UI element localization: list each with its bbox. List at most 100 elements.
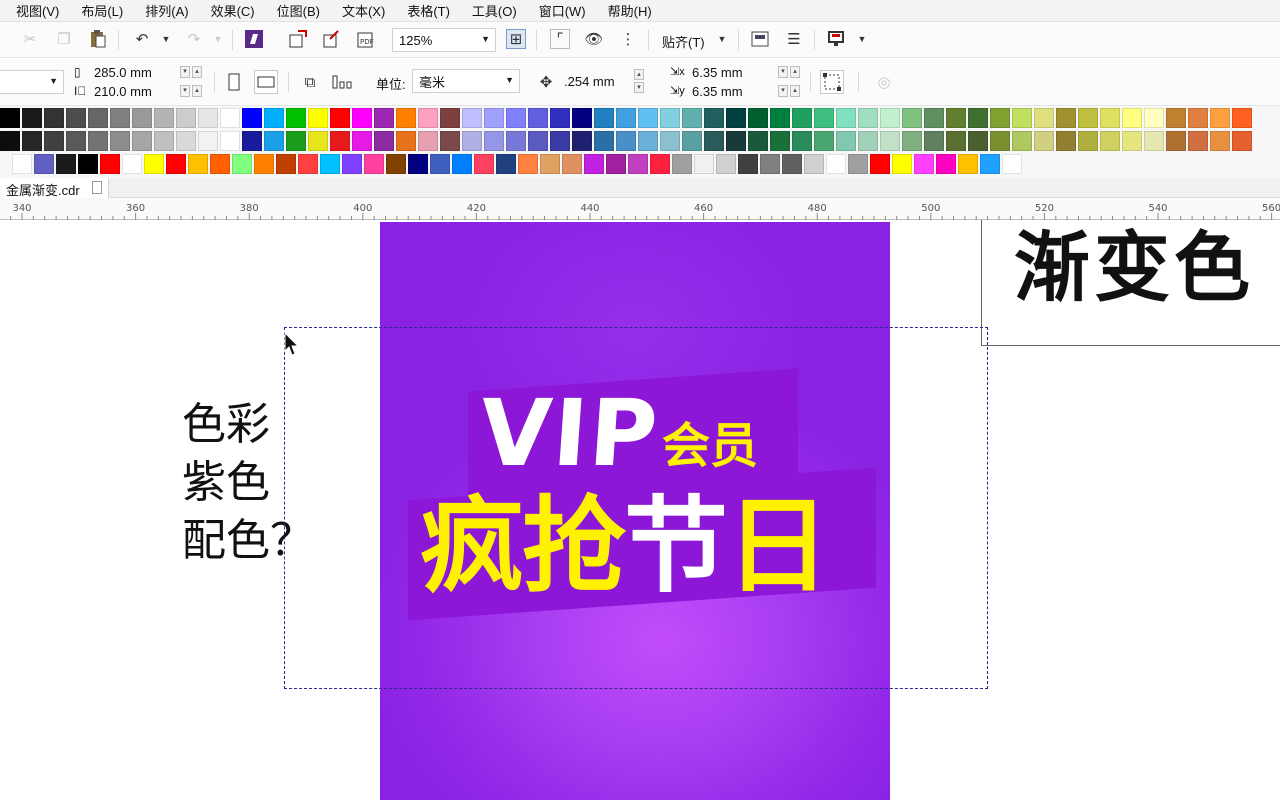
color-swatch[interactable] xyxy=(484,108,504,128)
color-swatch[interactable] xyxy=(462,108,482,128)
color-swatch[interactable] xyxy=(672,154,692,174)
color-swatch[interactable] xyxy=(154,131,174,151)
color-swatch[interactable] xyxy=(78,154,98,174)
page-width-field[interactable]: 285.0 mm xyxy=(94,65,152,80)
color-swatch[interactable] xyxy=(726,108,746,128)
color-swatch[interactable] xyxy=(1122,131,1142,151)
zoom-level-combo[interactable]: 125% ▼ xyxy=(392,28,496,52)
show-rulers-icon[interactable]: ⌜ xyxy=(550,29,570,49)
color-swatch[interactable] xyxy=(1056,131,1076,151)
color-swatch[interactable] xyxy=(330,108,350,128)
color-swatch[interactable] xyxy=(528,131,548,151)
undo-icon[interactable]: ↶ xyxy=(132,29,152,49)
color-swatch[interactable] xyxy=(506,108,526,128)
color-swatch[interactable] xyxy=(198,108,218,128)
color-swatch[interactable] xyxy=(1122,108,1142,128)
menu-help[interactable]: 帮助(H) xyxy=(608,1,652,20)
color-swatch[interactable] xyxy=(968,108,988,128)
color-swatch[interactable] xyxy=(232,154,252,174)
color-swatch[interactable] xyxy=(396,131,416,151)
color-swatch[interactable] xyxy=(924,131,944,151)
color-swatch[interactable] xyxy=(1188,108,1208,128)
color-swatch[interactable] xyxy=(1166,131,1186,151)
color-swatch[interactable] xyxy=(1210,131,1230,151)
color-swatch[interactable] xyxy=(870,154,890,174)
export-icon[interactable] xyxy=(322,29,342,49)
color-swatch[interactable] xyxy=(990,131,1010,151)
treat-as-filled-button[interactable] xyxy=(820,70,844,94)
color-swatch[interactable] xyxy=(374,131,394,151)
current-page-icon[interactable] xyxy=(332,72,352,92)
color-swatch[interactable] xyxy=(1144,131,1164,151)
color-swatch[interactable] xyxy=(1056,108,1076,128)
color-swatch[interactable] xyxy=(440,131,460,151)
color-swatch[interactable] xyxy=(748,131,768,151)
color-swatch[interactable] xyxy=(660,108,680,128)
color-swatch[interactable] xyxy=(34,154,54,174)
color-swatch[interactable] xyxy=(726,131,746,151)
color-swatch[interactable] xyxy=(430,154,450,174)
color-swatch[interactable] xyxy=(892,154,912,174)
color-swatch[interactable] xyxy=(396,108,416,128)
color-swatch[interactable] xyxy=(572,108,592,128)
color-swatch[interactable] xyxy=(276,154,296,174)
color-swatch[interactable] xyxy=(1078,131,1098,151)
color-swatch[interactable] xyxy=(616,108,636,128)
color-swatch[interactable] xyxy=(330,131,350,151)
color-swatch[interactable] xyxy=(682,108,702,128)
width-spin-down[interactable]: ▾ xyxy=(180,66,190,78)
color-swatch[interactable] xyxy=(1210,108,1230,128)
color-swatch[interactable] xyxy=(198,131,218,151)
horizontal-ruler[interactable]: 340 360 380 400 420 440 460 480 500 520 540 560 xyxy=(0,198,1280,220)
color-swatch[interactable] xyxy=(1100,131,1120,151)
color-swatch[interactable] xyxy=(484,131,504,151)
color-swatch[interactable] xyxy=(364,154,384,174)
color-swatch[interactable] xyxy=(760,154,780,174)
color-swatch[interactable] xyxy=(924,108,944,128)
color-swatch[interactable] xyxy=(650,154,670,174)
launch-display-icon[interactable] xyxy=(826,29,846,49)
new-document-tab-icon[interactable] xyxy=(91,181,102,194)
color-swatch[interactable] xyxy=(594,131,614,151)
color-swatch[interactable] xyxy=(572,131,592,151)
color-swatch[interactable] xyxy=(352,131,372,151)
color-swatch[interactable] xyxy=(848,154,868,174)
color-swatch[interactable] xyxy=(880,108,900,128)
color-swatch[interactable] xyxy=(814,131,834,151)
color-swatch[interactable] xyxy=(682,131,702,151)
color-swatch[interactable] xyxy=(550,108,570,128)
color-swatch[interactable] xyxy=(44,131,64,151)
color-swatch[interactable] xyxy=(496,154,516,174)
color-swatch[interactable] xyxy=(88,131,108,151)
color-swatch[interactable] xyxy=(980,154,1000,174)
color-swatch[interactable] xyxy=(540,154,560,174)
launch-dropdown-icon[interactable]: ▼ xyxy=(852,29,872,49)
snap-to-menu[interactable]: 贴齐(T) xyxy=(662,32,705,51)
color-swatch[interactable] xyxy=(704,131,724,151)
color-swatch[interactable] xyxy=(1188,131,1208,151)
color-swatch[interactable] xyxy=(242,131,262,151)
width-spin-up[interactable]: ▴ xyxy=(192,66,202,78)
color-swatch[interactable] xyxy=(1002,154,1022,174)
color-swatch[interactable] xyxy=(352,108,372,128)
menu-bitmaps[interactable]: 位图(B) xyxy=(277,1,320,20)
color-swatch[interactable] xyxy=(440,108,460,128)
color-swatch[interactable] xyxy=(880,131,900,151)
color-swatch[interactable] xyxy=(914,154,934,174)
color-swatch[interactable] xyxy=(1166,108,1186,128)
color-swatch[interactable] xyxy=(242,108,262,128)
menu-tools[interactable]: 工具(O) xyxy=(472,1,517,20)
color-swatch[interactable] xyxy=(528,108,548,128)
color-swatch[interactable] xyxy=(474,154,494,174)
color-swatch[interactable] xyxy=(220,131,240,151)
color-swatch[interactable] xyxy=(628,154,648,174)
color-swatch[interactable] xyxy=(122,154,142,174)
color-swatch[interactable] xyxy=(320,154,340,174)
dup-y-spin-down[interactable]: ▾ xyxy=(778,85,788,97)
color-swatch[interactable] xyxy=(518,154,538,174)
nudge-spin-up[interactable]: ▴ xyxy=(634,69,644,80)
duplicate-x-field[interactable]: 6.35 mm xyxy=(692,65,743,80)
menu-effects[interactable]: 效果(C) xyxy=(211,1,255,20)
color-swatch[interactable] xyxy=(166,154,186,174)
snap-dropdown-icon[interactable]: ▼ xyxy=(712,29,732,49)
